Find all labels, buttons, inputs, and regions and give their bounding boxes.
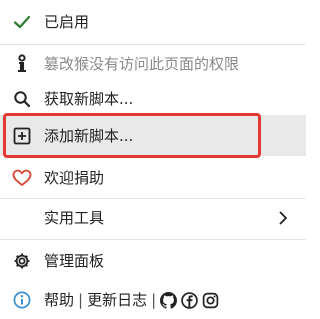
dashboard-item[interactable]: 管理面板 (0, 240, 306, 282)
restricted-icon (11, 53, 33, 75)
footer-row: 帮助 | 更新日志 | (0, 282, 306, 318)
github-icon[interactable] (160, 291, 178, 309)
search-icon (11, 88, 33, 110)
separator: | (78, 291, 84, 309)
get-new-scripts-item[interactable]: 获取新脚本... (0, 82, 306, 115)
changelog-link[interactable]: 更新日志 (87, 290, 147, 310)
instagram-icon[interactable] (202, 292, 219, 309)
enabled-label: 已启用 (44, 13, 90, 31)
help-link[interactable]: 帮助 (44, 290, 74, 310)
get-new-scripts-label: 获取新脚本... (44, 89, 134, 108)
no-access-label: 篡改猴没有访问此页面的权限 (44, 54, 240, 73)
highlight-annotation (3, 113, 261, 158)
checkmark-icon (11, 11, 33, 33)
utilities-label: 实用工具 (44, 209, 105, 227)
facebook-icon[interactable] (181, 291, 198, 309)
footer-links: 帮助 | 更新日志 | (44, 290, 219, 310)
no-access-notice: 篡改猴没有访问此页面的权限 (0, 45, 306, 82)
heart-icon (11, 167, 33, 189)
donate-item[interactable]: 欢迎捐助 (0, 159, 306, 197)
chevron-right-icon (278, 199, 288, 237)
info-icon (11, 289, 33, 311)
donate-label: 欢迎捐助 (44, 169, 105, 187)
enabled-toggle[interactable]: 已启用 (0, 0, 306, 44)
tampermonkey-popup-menu: 已启用 篡改猴没有访问此页面的权限 获取新脚本... 添加新脚本... 欢迎捐助… (0, 0, 306, 319)
utilities-submenu[interactable]: 实用工具 (0, 199, 306, 237)
gear-icon (11, 250, 33, 272)
separator: | (151, 291, 157, 309)
dashboard-label: 管理面板 (44, 252, 105, 270)
